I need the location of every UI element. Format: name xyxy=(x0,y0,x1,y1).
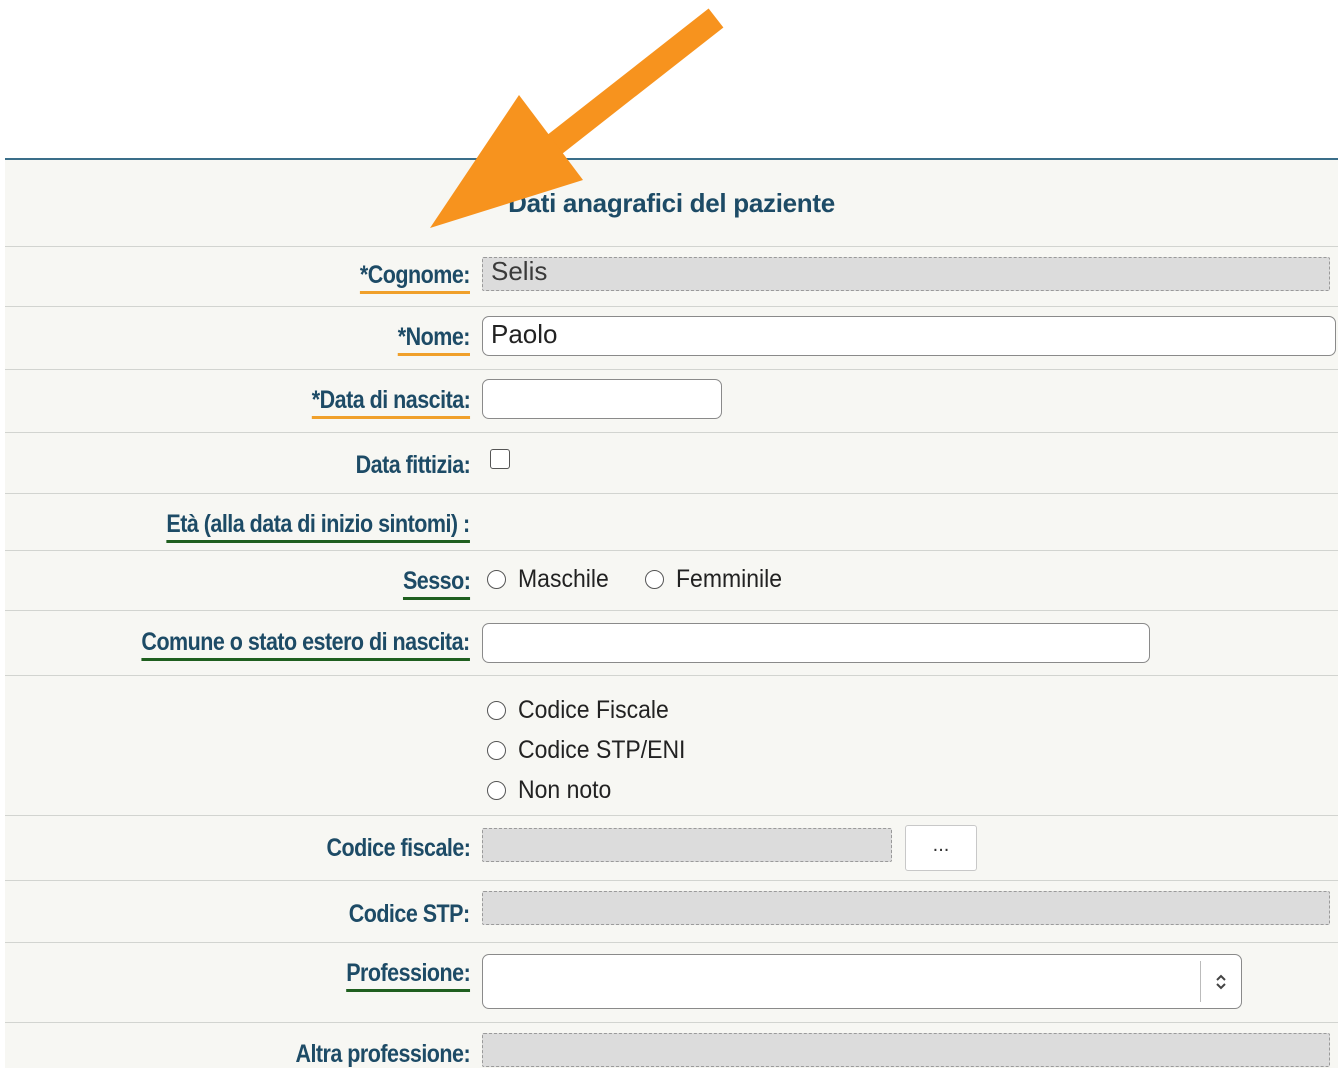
row-sesso: Sesso: Maschile Femminile xyxy=(5,551,1338,611)
codice-stp-eni-radio[interactable] xyxy=(487,740,506,760)
codice-stp-eni-option-label: Codice STP/ENI xyxy=(518,735,686,764)
sesso-maschile-radio[interactable] xyxy=(487,570,506,589)
sesso-label: Sesso: xyxy=(402,567,471,600)
altra-professione-label: Altra professione: xyxy=(295,1040,470,1068)
row-nome: *Nome: Paolo xyxy=(5,307,1338,370)
codice-stp-field xyxy=(482,891,1330,925)
row-professione: Professione: xyxy=(5,943,1338,1023)
sesso-maschile-label: Maschile xyxy=(518,565,609,593)
data-fittizia-label: Data fittizia: xyxy=(355,451,470,479)
professione-select[interactable] xyxy=(482,954,1242,1009)
codice-fiscale-radio[interactable] xyxy=(487,700,506,720)
altra-professione-field xyxy=(482,1033,1330,1067)
codice-fiscale-label: Codice fiscale: xyxy=(325,834,471,862)
codice-fiscale-option-label: Codice Fiscale xyxy=(518,695,669,724)
sesso-femminile-label: Femminile xyxy=(675,565,782,593)
codice-stp-label: Codice STP: xyxy=(349,900,470,928)
patient-data-panel: Dati anagrafici del paziente *Cognome: S… xyxy=(5,158,1338,1068)
codice-fiscale-field xyxy=(482,828,892,862)
sesso-femminile-radio[interactable] xyxy=(644,570,664,589)
professione-label: Professione: xyxy=(345,959,471,992)
comune-label: Comune o stato estero di nascita: xyxy=(141,628,471,661)
cognome-label: *Cognome: xyxy=(359,261,471,294)
non-noto-option-label: Non noto xyxy=(518,775,612,804)
nome-label: *Nome: xyxy=(397,323,471,356)
select-updown-icon xyxy=(1200,961,1241,1002)
data-nascita-input[interactable] xyxy=(482,379,722,419)
row-altra-professione: Altra professione: xyxy=(5,1023,1338,1083)
row-eta: Età (alla data di inizio sintomi) : xyxy=(5,494,1338,551)
row-codice-tipo: Codice Fiscale Codice STP/ENI Non noto xyxy=(5,676,1338,816)
row-cognome: *Cognome: Selis xyxy=(5,247,1338,307)
codice-fiscale-lookup-button[interactable]: ... xyxy=(905,825,977,871)
cognome-field: Selis xyxy=(482,257,1330,291)
nome-input[interactable]: Paolo xyxy=(482,316,1336,356)
row-codice-stp: Codice STP: xyxy=(5,881,1338,943)
panel-title: Dati anagrafici del paziente xyxy=(5,160,1338,247)
sesso-radio-group: Maschile Femminile xyxy=(487,565,819,594)
row-comune: Comune o stato estero di nascita: xyxy=(5,611,1338,676)
comune-input[interactable] xyxy=(482,623,1150,663)
non-noto-radio[interactable] xyxy=(487,780,506,800)
data-fittizia-checkbox[interactable] xyxy=(490,449,510,469)
codice-tipo-radio-group: Codice Fiscale Codice STP/ENI Non noto xyxy=(487,690,728,810)
row-data-fittizia: Data fittizia: xyxy=(5,433,1338,494)
data-nascita-label: *Data di nascita: xyxy=(311,386,471,419)
eta-label: Età (alla data di inizio sintomi) : xyxy=(166,510,471,543)
row-codice-fiscale: Codice fiscale: ... xyxy=(5,816,1338,881)
row-data-nascita: *Data di nascita: xyxy=(5,370,1338,433)
